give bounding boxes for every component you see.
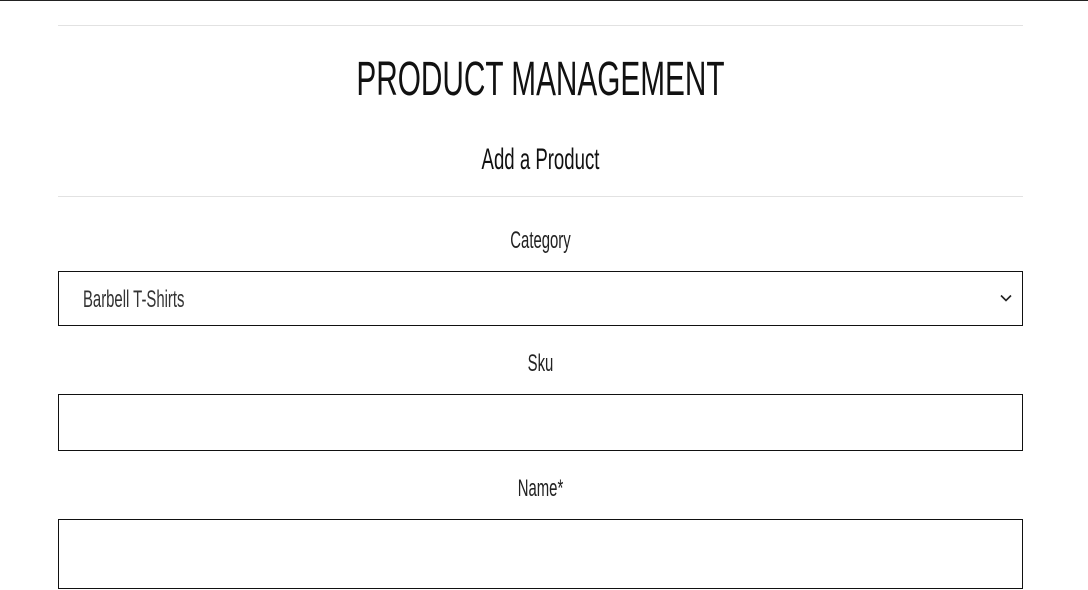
- chevron-down-icon: [998, 290, 1014, 306]
- category-select[interactable]: Barbell T-Shirts: [58, 271, 1023, 326]
- name-input[interactable]: [58, 519, 1023, 589]
- sku-label: Sku: [527, 350, 554, 377]
- divider-subtitle: [58, 196, 1023, 197]
- product-management-form: PRODUCT MANAGEMENT Add a Product Categor…: [58, 0, 1023, 589]
- divider-top: [58, 25, 1023, 26]
- category-label: Category: [510, 227, 571, 254]
- page-subtitle: Add a Product: [481, 143, 600, 176]
- category-selected-value: Barbell T-Shirts: [83, 286, 185, 313]
- name-label: Name*: [517, 475, 564, 502]
- page-title: PRODUCT MANAGEMENT: [356, 53, 725, 106]
- sku-input[interactable]: [58, 394, 1023, 451]
